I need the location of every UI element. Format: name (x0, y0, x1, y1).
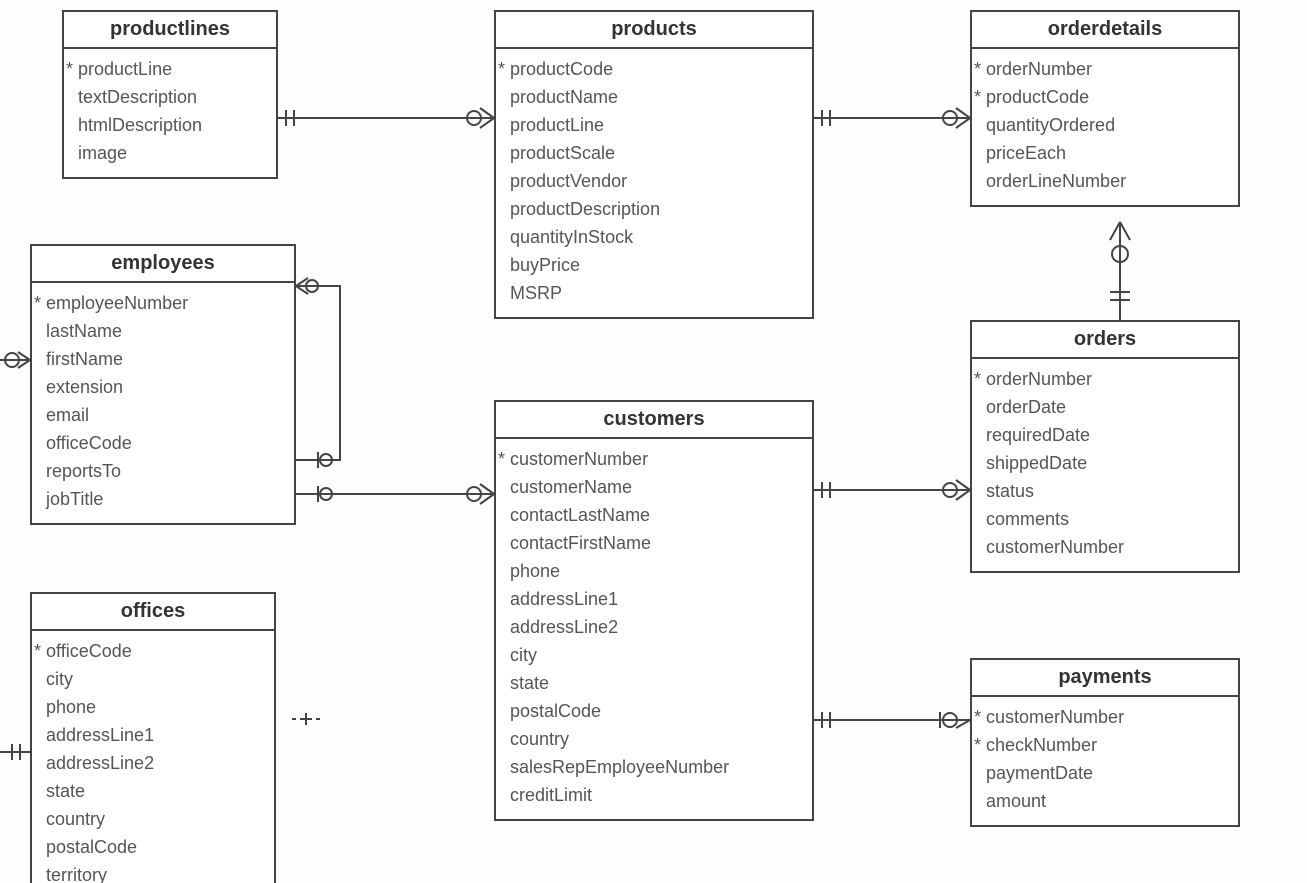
attr: postalCode (510, 697, 804, 725)
entity-title: payments (972, 660, 1238, 697)
attr: customerNumber (986, 533, 1230, 561)
attr: creditLimit (510, 781, 804, 809)
attr: postalCode (46, 833, 266, 861)
entity-title: customers (496, 402, 812, 439)
entity-title: products (496, 12, 812, 49)
entity-title: productlines (64, 12, 276, 49)
attr: customerName (510, 473, 804, 501)
attr: territory (46, 861, 266, 883)
attr: salesRepEmployeeNumber (510, 753, 804, 781)
entity-customers: customers customerNumber customerName co… (494, 400, 814, 821)
entity-body: productLine textDescription htmlDescript… (64, 49, 276, 177)
entity-title: employees (32, 246, 294, 283)
attr: productName (510, 83, 804, 111)
attr: addressLine2 (510, 613, 804, 641)
cursor-mark (292, 713, 320, 725)
attr: productCode (510, 55, 804, 83)
attr: phone (510, 557, 804, 585)
attr: state (46, 777, 266, 805)
entity-body: employeeNumber lastName firstName extens… (32, 283, 294, 523)
attr: contactLastName (510, 501, 804, 529)
attr: priceEach (986, 139, 1230, 167)
attr: image (78, 139, 268, 167)
attr: phone (46, 693, 266, 721)
attr: email (46, 401, 286, 429)
entity-body: orderNumber orderDate requiredDate shipp… (972, 359, 1238, 571)
entity-title: offices (32, 594, 274, 631)
attr: amount (986, 787, 1230, 815)
attr: status (986, 477, 1230, 505)
attr: addressLine1 (46, 721, 266, 749)
attr: state (510, 669, 804, 697)
entity-body: customerNumber customerName contactLastN… (496, 439, 812, 819)
attr: MSRP (510, 279, 804, 307)
attr: quantityOrdered (986, 111, 1230, 139)
attr: employeeNumber (46, 289, 286, 317)
attr: productLine (78, 55, 268, 83)
entity-title: orderdetails (972, 12, 1238, 49)
attr: htmlDescription (78, 111, 268, 139)
attr: addressLine2 (46, 749, 266, 777)
attr: city (510, 641, 804, 669)
entity-body: orderNumber productCode quantityOrdered … (972, 49, 1238, 205)
attr: customerNumber (510, 445, 804, 473)
attr: addressLine1 (510, 585, 804, 613)
attr: productLine (510, 111, 804, 139)
attr: quantityInStock (510, 223, 804, 251)
entity-offices: offices officeCode city phone addressLin… (30, 592, 276, 883)
attr: textDescription (78, 83, 268, 111)
attr: orderLineNumber (986, 167, 1230, 195)
attr: productVendor (510, 167, 804, 195)
entity-orderdetails: orderdetails orderNumber productCode qua… (970, 10, 1240, 207)
attr: orderDate (986, 393, 1230, 421)
attr: reportsTo (46, 457, 286, 485)
attr: orderNumber (986, 55, 1230, 83)
attr: country (510, 725, 804, 753)
attr: officeCode (46, 429, 286, 457)
attr: country (46, 805, 266, 833)
attr: city (46, 665, 266, 693)
entity-orders: orders orderNumber orderDate requiredDat… (970, 320, 1240, 573)
entity-productlines: productlines productLine textDescription… (62, 10, 278, 179)
attr: paymentDate (986, 759, 1230, 787)
attr: contactFirstName (510, 529, 804, 557)
entity-title: orders (972, 322, 1238, 359)
entity-body: officeCode city phone addressLine1 addre… (32, 631, 274, 883)
attr: officeCode (46, 637, 266, 665)
attr: lastName (46, 317, 286, 345)
attr: comments (986, 505, 1230, 533)
attr: requiredDate (986, 421, 1230, 449)
attr: orderNumber (986, 365, 1230, 393)
attr: extension (46, 373, 286, 401)
attr: checkNumber (986, 731, 1230, 759)
attr: productCode (986, 83, 1230, 111)
attr: shippedDate (986, 449, 1230, 477)
entity-products: products productCode productName product… (494, 10, 814, 319)
attr: firstName (46, 345, 286, 373)
rel-employees-self (296, 286, 340, 460)
entity-body: customerNumber checkNumber paymentDate a… (972, 697, 1238, 825)
entity-payments: payments customerNumber checkNumber paym… (970, 658, 1240, 827)
attr: customerNumber (986, 703, 1230, 731)
attr: jobTitle (46, 485, 286, 513)
attr: buyPrice (510, 251, 804, 279)
attr: productScale (510, 139, 804, 167)
entity-employees: employees employeeNumber lastName firstN… (30, 244, 296, 525)
attr: productDescription (510, 195, 804, 223)
entity-body: productCode productName productLine prod… (496, 49, 812, 317)
